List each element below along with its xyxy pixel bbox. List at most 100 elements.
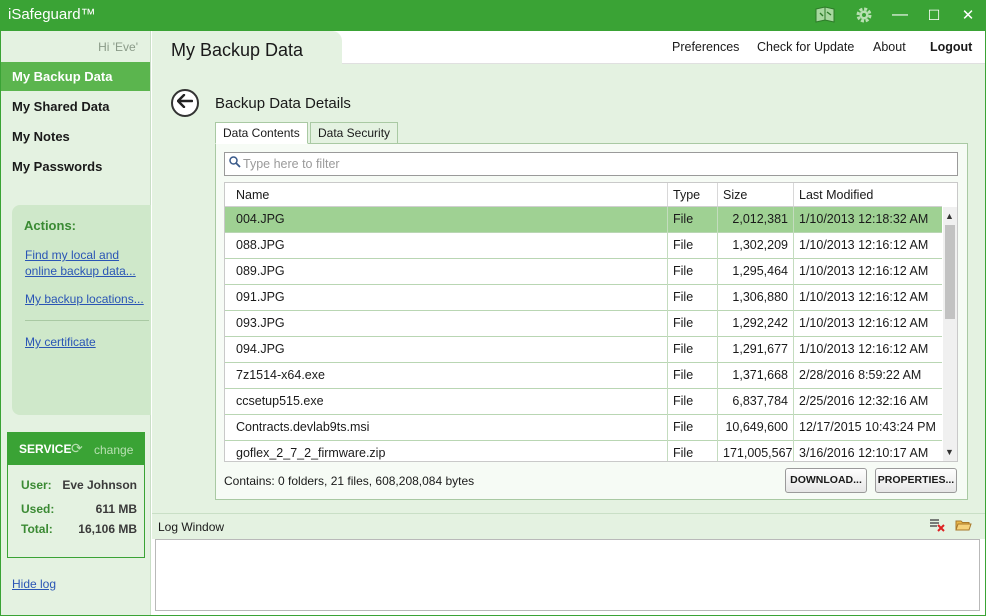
service-user-label: User: (21, 478, 52, 492)
filter-input[interactable] (243, 154, 943, 174)
log-window-header: Log Window (152, 513, 985, 539)
cell-name: ccsetup515.exe (231, 389, 668, 415)
logout-link[interactable]: Logout (930, 40, 972, 54)
nav-my-passwords[interactable]: My Passwords (1, 152, 150, 181)
service-panel: SERVICE ⟳ change User: Eve Johnson Used:… (7, 432, 145, 558)
gear-icon[interactable] (851, 5, 877, 25)
cell-modified: 2/28/2016 8:59:22 AM (799, 368, 922, 382)
cell-modified: 1/10/2013 12:16:12 AM (799, 342, 929, 356)
table-row[interactable]: 093.JPG File 1,292,242 1/10/2013 12:16:12 A… (225, 311, 942, 337)
log-window-title: Log Window (158, 520, 225, 534)
cell-type: File (668, 233, 718, 259)
column-header-type[interactable]: Type (668, 183, 718, 206)
page-title-tab: My Backup Data (152, 31, 342, 65)
cell-modified: 1/10/2013 12:16:12 AM (799, 264, 929, 278)
table-row[interactable]: goflex_2_7_2_firmware.zip File 171,005,567… (225, 441, 942, 461)
cell-modified: 12/17/2015 10:43:24 PM (799, 420, 936, 434)
cell-modified: 1/10/2013 12:16:12 AM (799, 290, 929, 304)
scroll-down-arrow-icon[interactable]: ▼ (945, 447, 954, 457)
main-content: Backup Data Details Data Contents Data S… (152, 64, 985, 513)
service-header: SERVICE ⟳ change (8, 433, 144, 465)
cell-modified: 1/10/2013 12:16:12 AM (799, 238, 929, 252)
data-contents-panel: Name Type Size Last Modified 004.JPGFile… (215, 143, 968, 500)
back-button[interactable] (171, 89, 199, 117)
cell-size: 171,005,567 (718, 441, 794, 461)
table-row[interactable]: 088.JPG File 1,302,209 1/10/2013 12:16:12 A… (225, 233, 942, 259)
cell-size: 1,295,464 (718, 259, 794, 285)
cell-name: 093.JPG (231, 311, 668, 337)
preferences-link[interactable]: Preferences (672, 40, 739, 54)
book-icon[interactable] (812, 5, 838, 25)
nav-my-shared-data[interactable]: My Shared Data (1, 92, 150, 121)
cell-type: File (668, 259, 718, 285)
cell-name: 004.JPG (231, 207, 668, 233)
nav-my-notes[interactable]: My Notes (1, 122, 150, 151)
arrow-left-icon (176, 93, 194, 113)
column-header-modified[interactable]: Last Modified (794, 183, 942, 206)
minimize-button[interactable]: — (888, 5, 912, 25)
file-table: Name Type Size Last Modified 004.JPG File… (224, 182, 958, 462)
check-update-link[interactable]: Check for Update (757, 40, 854, 54)
actions-panel: Actions: Find my local and online backup… (12, 205, 151, 415)
my-certificate-link[interactable]: My certificate (25, 334, 96, 350)
cell-size: 6,837,784 (718, 389, 794, 415)
cell-size: 1,292,242 (718, 311, 794, 337)
cell-name: goflex_2_7_2_firmware.zip (231, 441, 668, 461)
hide-log-link[interactable]: Hide log (12, 577, 56, 591)
actions-title: Actions: (24, 218, 76, 233)
table-row[interactable]: ccsetup515.exe File 6,837,784 2/25/2016 12:… (225, 389, 942, 415)
open-folder-icon[interactable] (955, 518, 972, 535)
cell-name: 7z1514-x64.exe (231, 363, 668, 389)
about-link[interactable]: About (873, 40, 906, 54)
cell-type: File (668, 207, 718, 233)
backup-locations-link[interactable]: My backup locations... (25, 291, 144, 307)
scroll-up-arrow-icon[interactable]: ▲ (945, 211, 954, 221)
sidebar: Hi 'Eve' My Backup Data My Shared Data M… (1, 31, 151, 615)
column-header-name[interactable]: Name (231, 183, 668, 206)
cell-modified: 2/25/2016 12:32:16 AM (799, 394, 929, 408)
cell-type: File (668, 311, 718, 337)
cell-type: File (668, 363, 718, 389)
actions-divider (25, 320, 149, 321)
find-backup-data-link-line2[interactable]: online backup data... (25, 263, 136, 279)
clear-log-icon[interactable] (929, 518, 945, 535)
tab-data-contents[interactable]: Data Contents (215, 122, 308, 144)
service-label: SERVICE (19, 442, 72, 456)
close-button[interactable]: ✕ (956, 5, 980, 25)
cell-name: Contracts.devlab9ts.msi (231, 415, 668, 441)
log-window[interactable] (155, 539, 980, 611)
cell-size: 1,371,668 (718, 363, 794, 389)
cell-modified: 1/10/2013 12:16:12 AM (799, 316, 929, 330)
table-row[interactable]: 7z1514-x64.exe File 1,371,668 2/28/2016 8:5… (225, 363, 942, 389)
search-icon (229, 156, 241, 171)
service-change-link[interactable]: change (94, 443, 133, 457)
table-row[interactable]: 004.JPG File 2,012,381 1/10/2013 12:18:32 A… (225, 207, 942, 233)
column-header-size[interactable]: Size (718, 183, 794, 206)
table-row[interactable]: 091.JPG File 1,306,880 1/10/2013 12:16:12 A… (225, 285, 942, 311)
cell-size: 1,306,880 (718, 285, 794, 311)
nav-my-backup-data[interactable]: My Backup Data (1, 62, 150, 91)
maximize-button[interactable]: ☐ (922, 5, 946, 25)
service-used-label: Used: (21, 502, 55, 516)
properties-button[interactable]: PROPERTIES... (875, 468, 957, 493)
cell-name: 089.JPG (231, 259, 668, 285)
cell-modified: 1/10/2013 12:18:32 AM (799, 212, 929, 226)
table-row[interactable]: 089.JPG File 1,295,464 1/10/2013 12:16:12 A… (225, 259, 942, 285)
table-row[interactable]: Contracts.devlab9ts.msi File 10,649,600 12/… (225, 415, 942, 441)
table-row[interactable]: 094.JPG File 1,291,677 1/10/2013 12:16:12 A… (225, 337, 942, 363)
cell-size: 1,291,677 (718, 337, 794, 363)
cell-type: File (668, 337, 718, 363)
refresh-icon[interactable]: ⟳ (71, 440, 83, 457)
scrollbar-thumb[interactable] (945, 225, 955, 319)
download-button[interactable]: DOWNLOAD... (785, 468, 867, 493)
vertical-scrollbar[interactable]: ▲ ▼ (943, 207, 957, 461)
cell-modified: 3/16/2016 12:10:17 AM (799, 446, 929, 460)
cell-type: File (668, 389, 718, 415)
cell-type: File (668, 285, 718, 311)
cell-size: 2,012,381 (718, 207, 794, 233)
find-backup-data-link-line1[interactable]: Find my local and (25, 247, 119, 263)
table-header: Name Type Size Last Modified (225, 183, 942, 207)
cell-type: File (668, 415, 718, 441)
cell-type: File (668, 441, 718, 461)
tab-data-security[interactable]: Data Security (310, 122, 399, 144)
